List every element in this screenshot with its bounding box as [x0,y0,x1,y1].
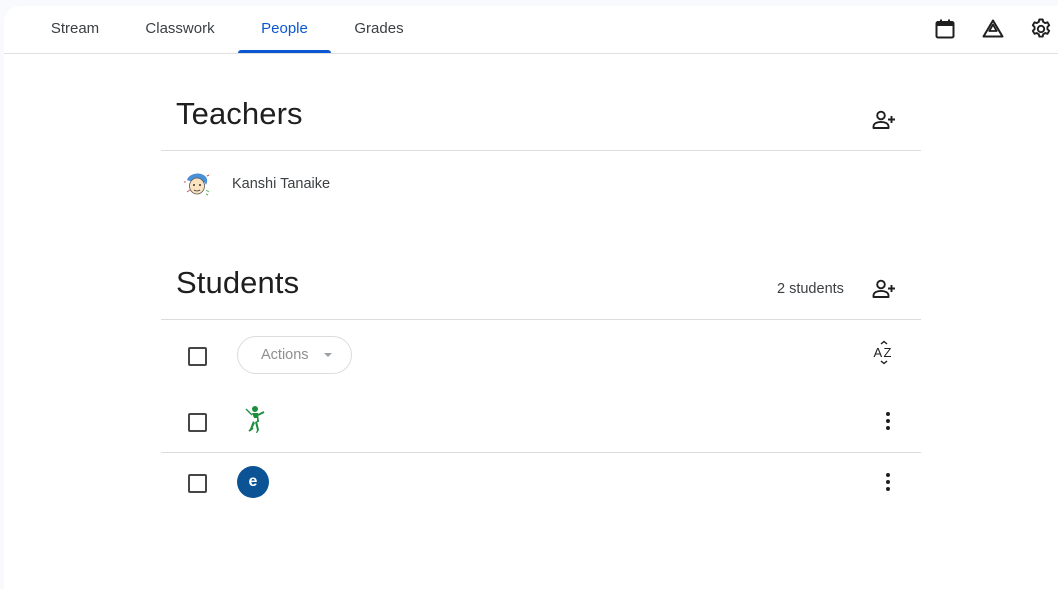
sort-az-icon[interactable]: A Z [872,340,896,366]
actions-label: Actions [261,347,309,363]
settings-icon[interactable] [1029,17,1053,41]
students-divider [161,319,921,320]
students-heading: Students [176,265,300,300]
teacher-name: Kanshi Tanaike [232,176,331,192]
people-page: Stream Classwork People Grades Teachers … [4,6,1058,589]
student-count: 2 students [777,281,844,297]
tab-stream-label: Stream [50,20,100,37]
student-avatar-letter: e [237,466,269,498]
class-tab-bar: Stream Classwork People Grades [4,6,1058,54]
more-options-icon[interactable] [876,470,900,494]
dropdown-arrow-icon [324,353,332,357]
tab-classwork-label: Classwork [145,20,215,37]
teachers-divider [161,150,921,151]
svg-text:Z: Z [884,345,892,360]
student-checkbox[interactable] [188,474,207,493]
row-divider [161,452,921,453]
calendar-icon[interactable] [933,17,957,41]
select-all-checkbox[interactable] [188,347,207,366]
student-avatar-fencer [240,404,272,438]
teachers-heading: Teachers [176,96,303,131]
actions-dropdown[interactable]: Actions [237,336,352,374]
svg-text:A: A [874,345,883,360]
person-add-icon [872,279,895,298]
teacher-avatar [180,168,214,202]
more-options-icon[interactable] [876,409,900,433]
tab-people-label: People [261,20,308,37]
person-add-icon [872,110,895,129]
tab-people[interactable]: People [238,6,331,53]
active-tab-indicator [238,50,331,53]
tab-grades-label: Grades [354,20,404,37]
tab-grades[interactable]: Grades [341,6,417,53]
tab-stream[interactable]: Stream [32,6,118,53]
invite-student-button[interactable] [870,275,898,303]
drive-icon[interactable] [981,17,1005,41]
invite-teacher-button[interactable] [870,106,898,134]
tab-classwork[interactable]: Classwork [132,6,228,53]
student-checkbox[interactable] [188,413,207,432]
